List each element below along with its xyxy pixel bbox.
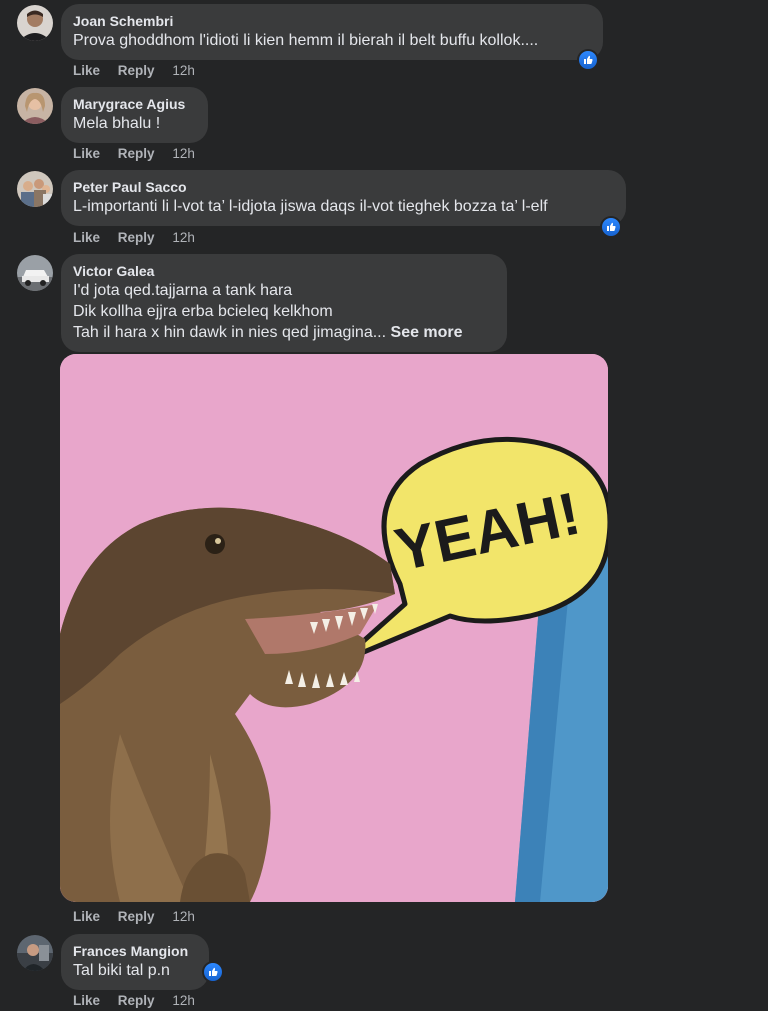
comment-text: L-importanti li l-vot ta’ l-idjota jiswa… xyxy=(73,198,548,215)
comment-text: Tal biki tal p.n xyxy=(73,962,170,979)
comment-timestamp[interactable]: 12h xyxy=(172,230,195,246)
comment-timestamp[interactable]: 12h xyxy=(172,993,195,1009)
like-link[interactable]: Like xyxy=(73,146,100,162)
comment-bubble[interactable]: Peter Paul Sacco L-importanti li l-vot t… xyxy=(61,170,626,226)
reply-link[interactable]: Reply xyxy=(118,63,155,79)
reply-link[interactable]: Reply xyxy=(118,993,155,1009)
like-reaction-icon[interactable] xyxy=(577,49,599,71)
dinosaur-meme-illustration: YEAH! xyxy=(60,354,608,902)
comment-actions: Like Reply 12h xyxy=(73,909,209,925)
comment-author[interactable]: Marygrace Agius xyxy=(73,95,196,113)
comment-text-truncated: Tah il hara x hin dawk in nies qed jimag… xyxy=(73,324,387,341)
comment-timestamp[interactable]: 12h xyxy=(172,63,195,79)
comment-text-line: I'd jota qed.tajjarna a tank hara xyxy=(73,282,293,299)
comment-actions: Like Reply 12h xyxy=(73,63,209,79)
avatar[interactable] xyxy=(17,255,53,291)
like-link[interactable]: Like xyxy=(73,63,100,79)
comment-author[interactable]: Victor Galea xyxy=(73,262,495,280)
like-link[interactable]: Like xyxy=(73,230,100,246)
avatar[interactable] xyxy=(17,5,53,41)
reply-link[interactable]: Reply xyxy=(118,909,155,925)
dinosaur-meme-image[interactable]: YEAH! xyxy=(60,354,608,902)
comment-author[interactable]: Joan Schembri xyxy=(73,12,591,30)
comment-text: Mela bhalu ! xyxy=(73,115,161,132)
avatar[interactable] xyxy=(17,171,53,207)
comment-bubble[interactable]: Frances Mangion Tal biki tal p.n xyxy=(61,934,209,990)
like-link[interactable]: Like xyxy=(73,993,100,1009)
like-link[interactable]: Like xyxy=(73,909,100,925)
comment-author[interactable]: Frances Mangion xyxy=(73,942,197,960)
like-reaction-icon[interactable] xyxy=(202,961,224,983)
comment-text: Prova ghoddhom l'idioti li kien hemm il … xyxy=(73,32,539,49)
comment-author[interactable]: Peter Paul Sacco xyxy=(73,178,614,196)
like-reaction-icon[interactable] xyxy=(600,216,622,238)
comment-bubble[interactable]: Victor Galea I'd jota qed.tajjarna a tan… xyxy=(61,254,507,352)
comment-actions: Like Reply 12h xyxy=(73,993,209,1009)
comment-timestamp[interactable]: 12h xyxy=(172,146,195,162)
avatar[interactable] xyxy=(17,935,53,971)
comment-timestamp[interactable]: 12h xyxy=(172,909,195,925)
reply-link[interactable]: Reply xyxy=(118,230,155,246)
comment-text-line: Tah il hara x hin dawk in nies qed jimag… xyxy=(73,322,495,343)
comment-bubble[interactable]: Marygrace Agius Mela bhalu ! xyxy=(61,87,208,143)
avatar[interactable] xyxy=(17,88,53,124)
comment-bubble[interactable]: Joan Schembri Prova ghoddhom l'idioti li… xyxy=(61,4,603,60)
reply-link[interactable]: Reply xyxy=(118,146,155,162)
comment-text-line: Dik kollha ejjra erba bcieleq kelkhom xyxy=(73,303,333,320)
comment-actions: Like Reply 12h xyxy=(73,230,209,246)
comment-actions: Like Reply 12h xyxy=(73,146,209,162)
see-more-link[interactable]: See more xyxy=(391,324,463,341)
